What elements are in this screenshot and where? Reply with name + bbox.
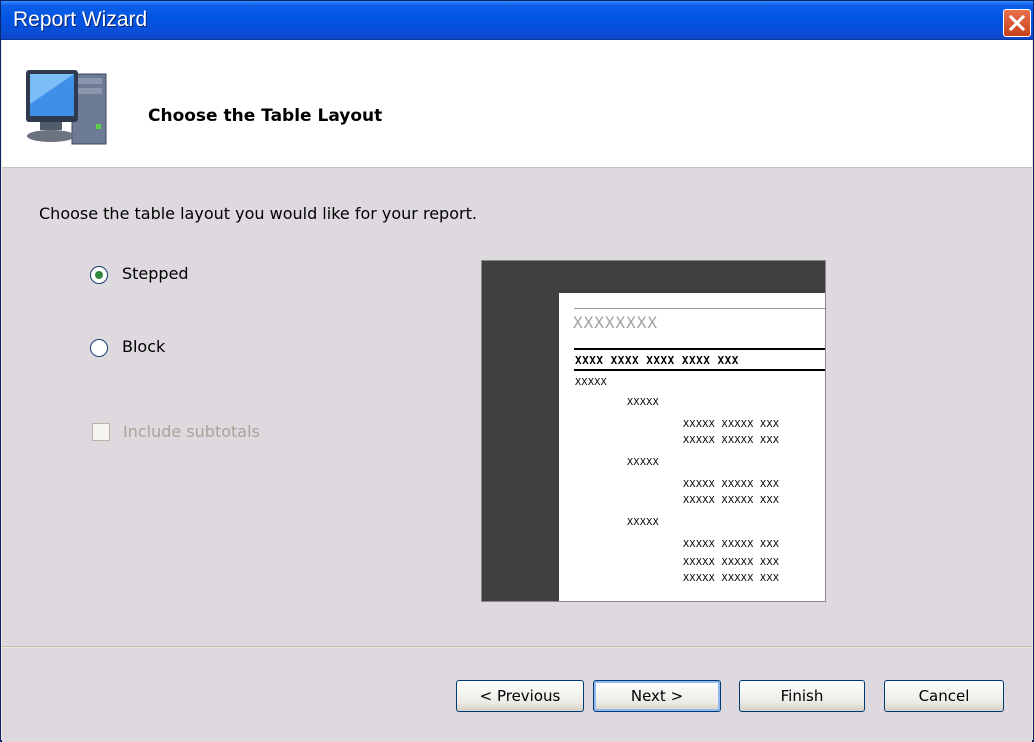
finish-button[interactable]: Finish <box>739 680 865 712</box>
instruction-text: Choose the table layout you would like f… <box>39 204 477 223</box>
preview-header-rule <box>574 348 825 350</box>
preview-row: XXXXX XXXXX XXX <box>683 495 780 506</box>
preview-header-underline <box>574 369 825 371</box>
block-label[interactable]: Block <box>122 337 165 356</box>
previous-button[interactable]: < Previous <box>456 680 584 712</box>
window-title: Report Wizard <box>13 8 148 31</box>
preview-subgroup-1: XXXXX <box>627 397 660 408</box>
preview-row: XXXXX XXXXX XXX <box>683 419 780 430</box>
title-bar: Report Wizard <box>1 1 1033 40</box>
preview-row: XXXXX XXXXX XXX <box>683 573 780 584</box>
preview-subgroup-2: XXXXX <box>627 457 660 468</box>
preview-row: XXXXX XXXXX XXX <box>683 479 780 490</box>
preview-top-rule <box>574 308 825 309</box>
preview-title: XXXXXXXX <box>573 313 659 332</box>
preview-row: XXXXX XXXXX XXX <box>683 557 780 568</box>
layout-preview: XXXXXXXX XXXX XXXX XXXX XXXX XXX XXXXX X… <box>481 260 826 602</box>
preview-page: XXXXXXXX XXXX XXXX XXXX XXXX XXX XXXXX X… <box>559 293 825 601</box>
include-subtotals-checkbox[interactable] <box>92 423 110 441</box>
page-title: Choose the Table Layout <box>148 106 383 126</box>
preview-row: XXXXX XXXXX XXX <box>683 435 780 446</box>
wizard-header: Choose the Table Layout <box>2 40 1032 168</box>
preview-subgroup-3: XXXXX <box>627 517 660 528</box>
block-radio[interactable] <box>90 339 108 357</box>
radio-selected-dot <box>95 271 103 279</box>
stepped-radio[interactable] <box>90 266 108 284</box>
stepped-label[interactable]: Stepped <box>122 264 189 283</box>
preview-row: XXXXX XXXXX XXX <box>683 539 780 550</box>
next-button[interactable]: Next > <box>593 680 721 712</box>
close-icon <box>1009 15 1025 31</box>
preview-group-1: XXXXX <box>575 377 608 388</box>
computer-icon <box>26 70 107 145</box>
close-button[interactable] <box>1003 9 1031 37</box>
cancel-button[interactable]: Cancel <box>884 680 1004 712</box>
preview-header-row: XXXX XXXX XXXX XXXX XXX <box>575 354 739 367</box>
include-subtotals-label: Include subtotals <box>123 422 260 441</box>
report-wizard-window: Report Wizard Choose the Table Layout Ch… <box>0 0 1034 742</box>
